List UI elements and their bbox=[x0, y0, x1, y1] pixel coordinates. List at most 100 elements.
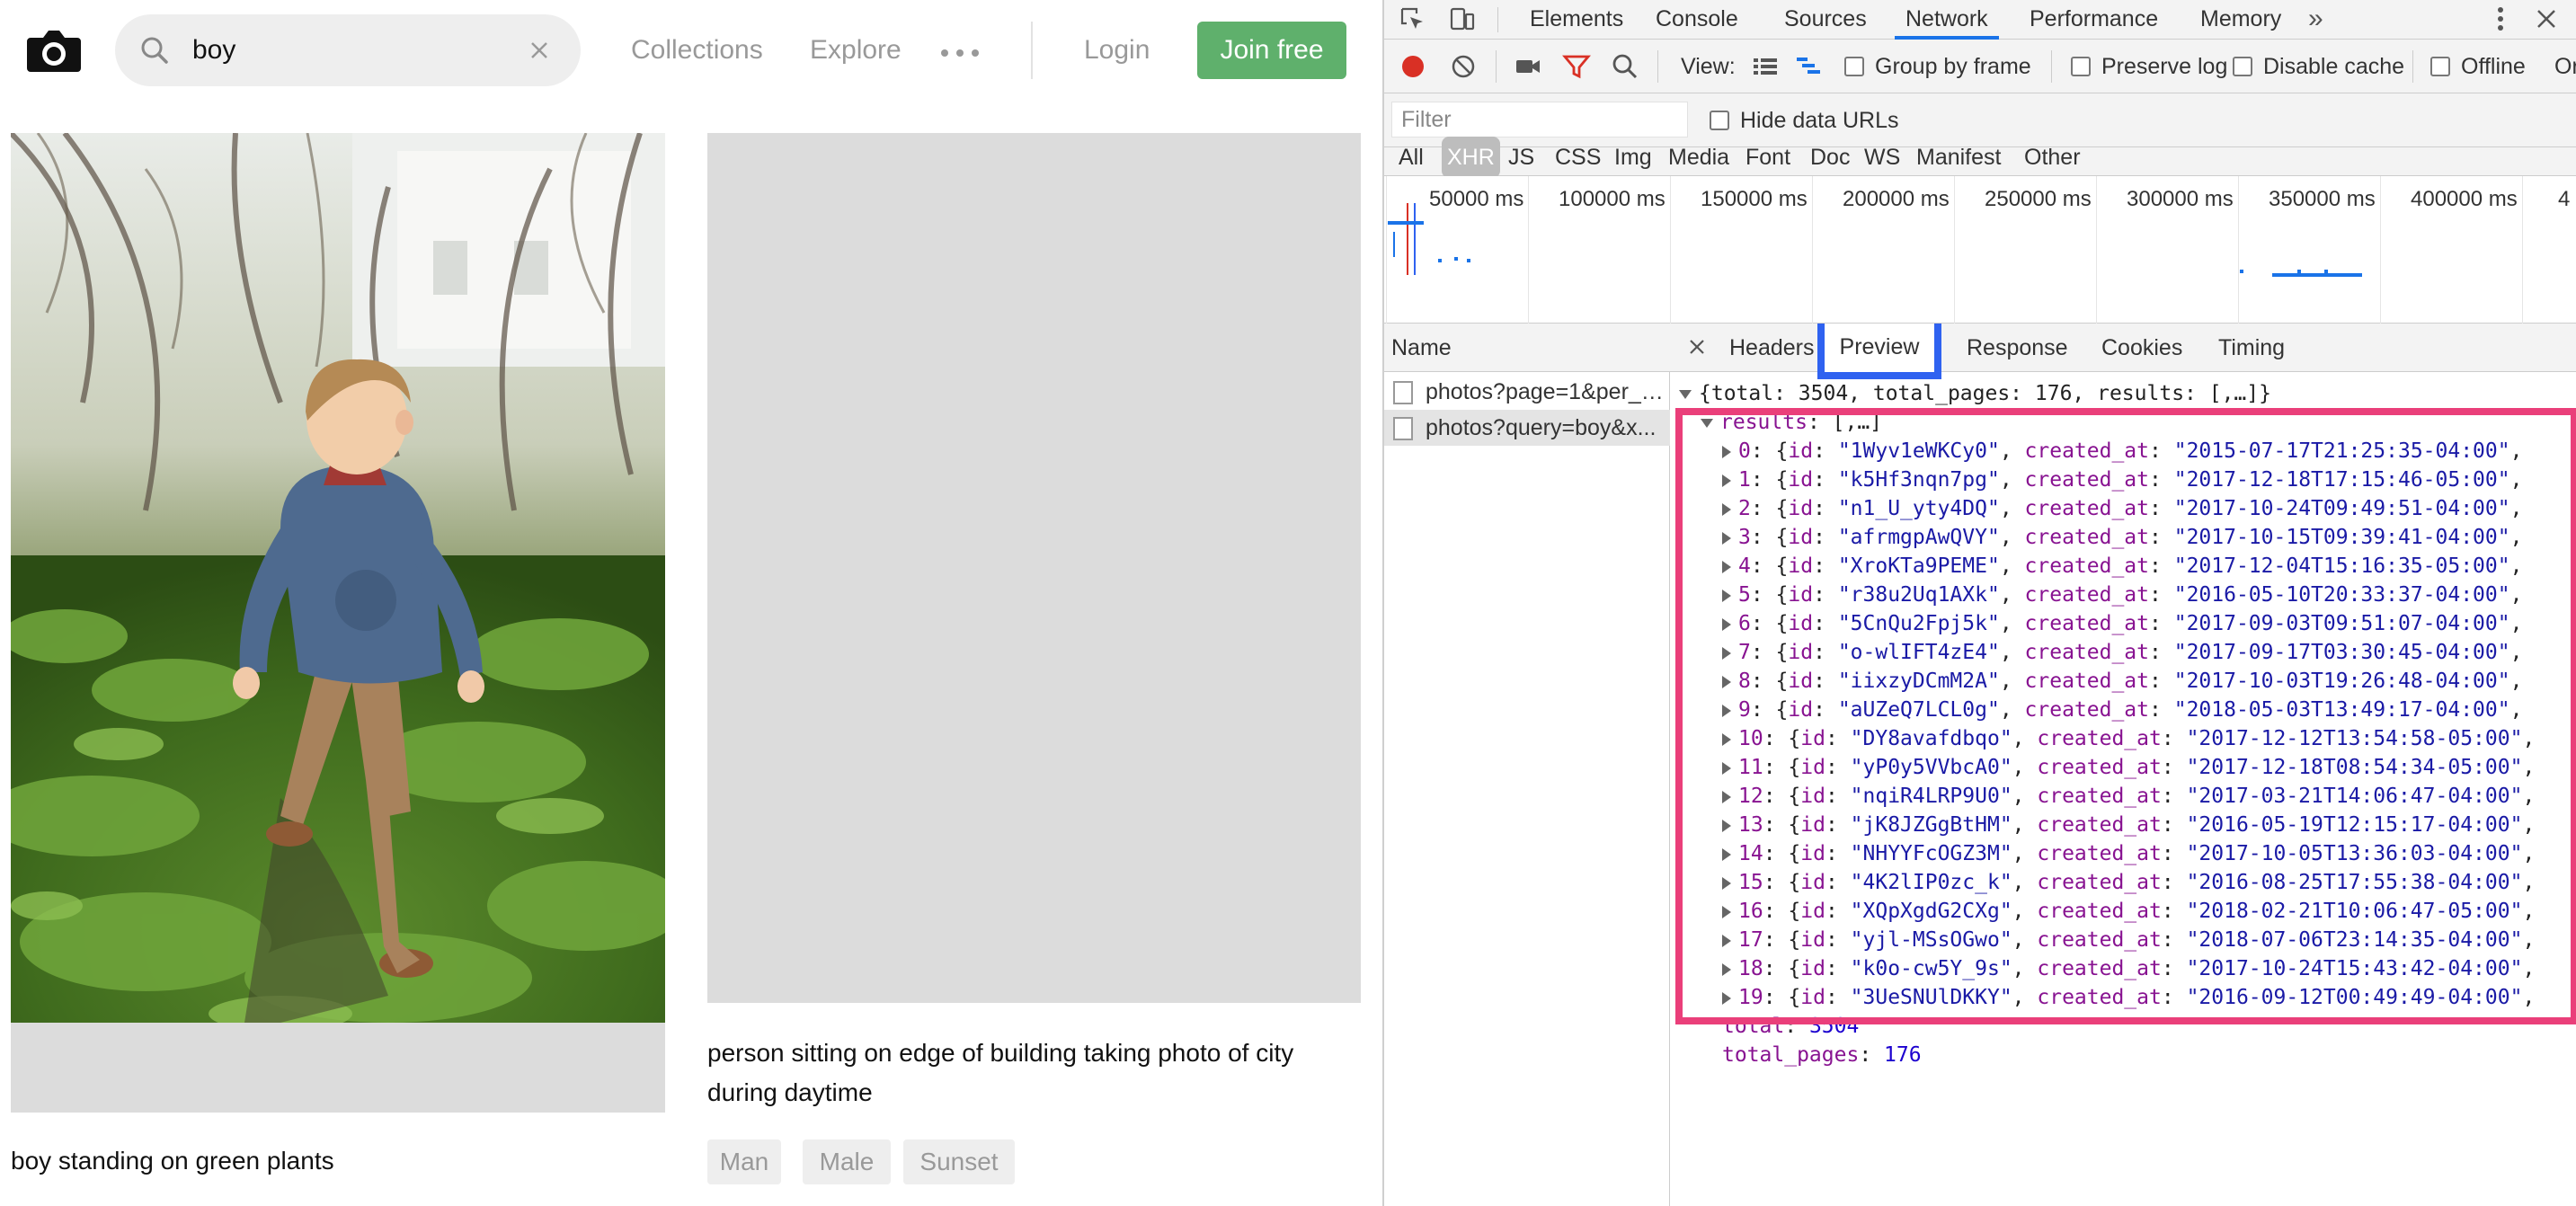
more-tabs-icon[interactable]: » bbox=[2308, 0, 2323, 38]
type-ws[interactable]: WS bbox=[1864, 137, 1900, 178]
clear-icon[interactable] bbox=[1449, 52, 1478, 81]
expand-triangle-icon[interactable] bbox=[1722, 905, 1731, 918]
tab-timing[interactable]: Timing bbox=[2218, 324, 2285, 372]
type-other[interactable]: Other bbox=[2024, 137, 2081, 178]
type-manifest[interactable]: Manifest bbox=[1916, 137, 2001, 178]
list-view-icon[interactable] bbox=[1751, 52, 1780, 81]
tab-performance[interactable]: Performance bbox=[2030, 0, 2158, 40]
join-free-button[interactable]: Join free bbox=[1197, 22, 1346, 79]
disable-cache-checkbox[interactable] bbox=[2233, 57, 2252, 76]
expand-triangle-icon[interactable] bbox=[1722, 847, 1731, 861]
collapse-triangle-icon[interactable] bbox=[1679, 389, 1692, 399]
tab-network[interactable]: Network bbox=[1895, 0, 1999, 40]
inspect-element-icon[interactable] bbox=[1399, 5, 1426, 32]
hide-data-urls-checkbox[interactable] bbox=[1710, 111, 1729, 130]
search-input[interactable]: boy bbox=[192, 32, 235, 68]
video-camera-icon[interactable] bbox=[1514, 52, 1542, 81]
nav-explore-link[interactable]: Explore bbox=[810, 32, 902, 68]
ellipsis-icon[interactable] bbox=[940, 49, 980, 58]
kebab-menu-icon[interactable] bbox=[2492, 4, 2509, 34]
json-result-row[interactable]: 8: {id: "iixzyDCmM2A", created_at: "2017… bbox=[1722, 667, 2522, 696]
json-root-line[interactable]: {total: 3504, total_pages: 176, results:… bbox=[1679, 379, 2271, 408]
tab-memory[interactable]: Memory bbox=[2200, 0, 2281, 40]
type-img[interactable]: Img bbox=[1614, 137, 1652, 178]
json-result-row[interactable]: 2: {id: "n1_U_yty4DQ", created_at: "2017… bbox=[1722, 494, 2522, 523]
json-result-row[interactable]: 19: {id: "3UeSNUlDKKY", created_at: "201… bbox=[1722, 983, 2535, 1012]
type-media[interactable]: Media bbox=[1668, 137, 1729, 178]
json-result-row[interactable]: 3: {id: "afrmgpAwQVY", created_at: "2017… bbox=[1722, 523, 2522, 552]
camera-icon[interactable] bbox=[23, 20, 84, 81]
json-result-row[interactable]: 4: {id: "XroKTa9PEME", created_at: "2017… bbox=[1722, 552, 2522, 581]
waterfall-view-icon[interactable] bbox=[1794, 52, 1823, 81]
expand-triangle-icon[interactable] bbox=[1722, 790, 1731, 803]
preserve-log-checkbox[interactable] bbox=[2071, 57, 2091, 76]
network-timeline[interactable]: 50000 ms 100000 ms 150000 ms 200000 ms 2… bbox=[1384, 176, 2576, 324]
expand-triangle-icon[interactable] bbox=[1722, 617, 1731, 631]
record-icon[interactable] bbox=[1399, 52, 1427, 81]
expand-triangle-icon[interactable] bbox=[1722, 934, 1731, 947]
json-result-row[interactable]: 7: {id: "o-wlIFT4zE4", created_at: "2017… bbox=[1722, 638, 2522, 667]
json-result-row[interactable]: 5: {id: "r38u2Uq1AXk", created_at: "2016… bbox=[1722, 581, 2522, 609]
photo-boy-standing-on-plants[interactable] bbox=[11, 133, 665, 1023]
search-icon[interactable] bbox=[1611, 52, 1639, 81]
expand-triangle-icon[interactable] bbox=[1722, 445, 1731, 458]
json-result-row[interactable]: 1: {id: "k5Hf3nqn7pg", created_at: "2017… bbox=[1722, 466, 2522, 494]
json-result-row[interactable]: 9: {id: "aUZeQ7LCL0g", created_at: "2018… bbox=[1722, 696, 2522, 724]
expand-triangle-icon[interactable] bbox=[1722, 819, 1731, 832]
type-all[interactable]: All bbox=[1399, 137, 1424, 178]
expand-triangle-icon[interactable] bbox=[1722, 646, 1731, 660]
filter-input[interactable]: Filter bbox=[1391, 102, 1688, 137]
filter-icon[interactable] bbox=[1562, 52, 1591, 81]
json-result-row[interactable]: 14: {id: "NHYYFcOGZ3M", created_at: "201… bbox=[1722, 839, 2535, 868]
tab-preview[interactable]: Preview bbox=[1817, 324, 1941, 379]
search-bar[interactable]: boy bbox=[115, 14, 581, 86]
expand-triangle-icon[interactable] bbox=[1722, 474, 1731, 487]
photo-placeholder[interactable] bbox=[707, 133, 1361, 1003]
expand-triangle-icon[interactable] bbox=[1722, 704, 1731, 717]
type-js[interactable]: JS bbox=[1508, 137, 1534, 178]
expand-triangle-icon[interactable] bbox=[1722, 732, 1731, 746]
json-result-row[interactable]: 6: {id: "5CnQu2Fpj5k", created_at: "2017… bbox=[1722, 609, 2522, 638]
collapse-triangle-icon[interactable] bbox=[1701, 418, 1713, 428]
tab-cookies[interactable]: Cookies bbox=[2101, 324, 2182, 372]
login-link[interactable]: Login bbox=[1084, 32, 1150, 68]
expand-triangle-icon[interactable] bbox=[1722, 675, 1731, 688]
json-result-row[interactable]: 15: {id: "4K2lIP0zc_k", created_at: "201… bbox=[1722, 868, 2535, 897]
expand-triangle-icon[interactable] bbox=[1722, 502, 1731, 516]
tag-sunset[interactable]: Sunset bbox=[903, 1139, 1015, 1184]
tag-male[interactable]: Male bbox=[803, 1139, 891, 1184]
request-row[interactable]: photos?page=1&per_page=... bbox=[1384, 374, 1670, 410]
expand-triangle-icon[interactable] bbox=[1722, 589, 1731, 602]
device-toolbar-icon[interactable] bbox=[1449, 5, 1476, 32]
json-result-row[interactable]: 0: {id: "1Wyv1eWKCy0", created_at: "2015… bbox=[1722, 437, 2522, 466]
json-result-row[interactable]: 13: {id: "jK8JZGgBtHM", created_at: "201… bbox=[1722, 811, 2535, 839]
json-result-row[interactable]: 18: {id: "k0o-cw5Y_9s", created_at: "201… bbox=[1722, 954, 2535, 983]
json-results-line[interactable]: results: [,…] bbox=[1701, 408, 1882, 437]
tab-console[interactable]: Console bbox=[1656, 0, 1738, 40]
expand-triangle-icon[interactable] bbox=[1722, 531, 1731, 545]
json-result-row[interactable]: 17: {id: "yjl-MSsOGwo", created_at: "201… bbox=[1722, 926, 2535, 954]
close-icon[interactable] bbox=[1686, 336, 1708, 358]
type-css[interactable]: CSS bbox=[1555, 137, 1601, 178]
throttling-select[interactable]: Or bbox=[2554, 40, 2576, 93]
tab-headers[interactable]: Headers bbox=[1729, 324, 1815, 372]
tab-elements[interactable]: Elements bbox=[1530, 0, 1623, 40]
type-xhr[interactable]: XHR bbox=[1442, 137, 1500, 178]
request-row-selected[interactable]: photos?query=boy&x... bbox=[1384, 410, 1670, 446]
json-result-row[interactable]: 12: {id: "nqiR4LRP9U0", created_at: "201… bbox=[1722, 782, 2535, 811]
group-by-frame-checkbox[interactable] bbox=[1844, 57, 1864, 76]
json-result-row[interactable]: 10: {id: "DY8avafdbqo", created_at: "201… bbox=[1722, 724, 2535, 753]
expand-triangle-icon[interactable] bbox=[1722, 761, 1731, 775]
name-column-header[interactable]: Name bbox=[1384, 324, 1670, 372]
close-devtools-icon[interactable] bbox=[2535, 7, 2558, 31]
json-result-row[interactable]: 11: {id: "yP0y5VVbcA0", created_at: "201… bbox=[1722, 753, 2535, 782]
tab-sources[interactable]: Sources bbox=[1784, 0, 1867, 40]
type-doc[interactable]: Doc bbox=[1810, 137, 1850, 178]
offline-checkbox[interactable] bbox=[2430, 57, 2450, 76]
close-icon[interactable] bbox=[525, 36, 554, 65]
expand-triangle-icon[interactable] bbox=[1722, 991, 1731, 1005]
expand-triangle-icon[interactable] bbox=[1722, 876, 1731, 890]
tab-response[interactable]: Response bbox=[1967, 324, 2068, 372]
tag-man[interactable]: Man bbox=[707, 1139, 781, 1184]
nav-collections-link[interactable]: Collections bbox=[631, 32, 763, 68]
